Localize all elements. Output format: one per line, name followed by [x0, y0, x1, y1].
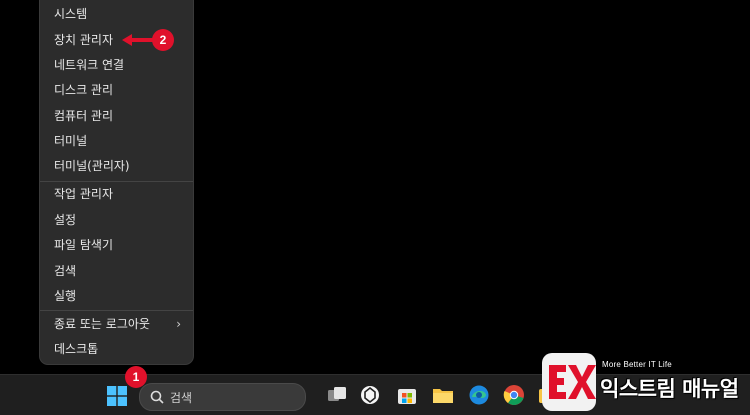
context-menu: 시스템 장치 관리자 네트워크 연결 디스크 관리 컴퓨터 관리 터미널 터미널…: [40, 0, 193, 364]
windows-start-icon[interactable]: [107, 386, 127, 406]
logo-title: 익스트림 매뉴얼: [600, 377, 739, 401]
menu-item-run[interactable]: 실행: [54, 288, 76, 304]
copilot-icon[interactable]: [359, 384, 381, 406]
watermark-logo: More Better IT Life 익스트림 매뉴얼: [542, 353, 750, 414]
menu-separator: [40, 310, 193, 311]
menu-item-terminal[interactable]: 터미널: [54, 133, 87, 149]
search-icon: [150, 390, 164, 404]
menu-item-device-manager[interactable]: 장치 관리자: [54, 32, 113, 48]
task-view-icon[interactable]: [326, 384, 348, 406]
menu-item-terminal-admin[interactable]: 터미널(관리자): [54, 158, 130, 174]
menu-item-desktop[interactable]: 데스크톱: [54, 341, 98, 357]
menu-item-shutdown-signout[interactable]: 종료 또는 로그아웃: [54, 316, 150, 332]
file-explorer-icon[interactable]: [432, 384, 454, 406]
callout-arrow-icon: [122, 34, 156, 46]
logo-mark-icon: [542, 353, 596, 411]
menu-item-disk-management[interactable]: 디스크 관리: [54, 82, 113, 98]
menu-item-system[interactable]: 시스템: [54, 6, 87, 22]
menu-item-task-manager[interactable]: 작업 관리자: [54, 186, 113, 202]
chevron-right-icon: ›: [176, 317, 181, 331]
store-icon[interactable]: [396, 384, 418, 406]
menu-item-computer-management[interactable]: 컴퓨터 관리: [54, 108, 113, 124]
menu-item-file-explorer[interactable]: 파일 탐색기: [54, 237, 113, 253]
ex-logo-icon: [549, 365, 596, 399]
logo-subtitle: More Better IT Life: [602, 360, 672, 369]
menu-item-search[interactable]: 검색: [54, 263, 76, 279]
taskbar-search-box[interactable]: 검색: [139, 383, 306, 411]
menu-item-network-connections[interactable]: 네트워크 연결: [54, 57, 124, 73]
edge-icon[interactable]: [468, 384, 490, 406]
chrome-icon[interactable]: [503, 384, 525, 406]
menu-separator: [40, 181, 193, 182]
menu-item-settings[interactable]: 설정: [54, 212, 76, 228]
callout-badge-2: 2: [152, 29, 174, 51]
callout-badge-1: 1: [125, 366, 147, 388]
search-label: 검색: [170, 391, 193, 405]
